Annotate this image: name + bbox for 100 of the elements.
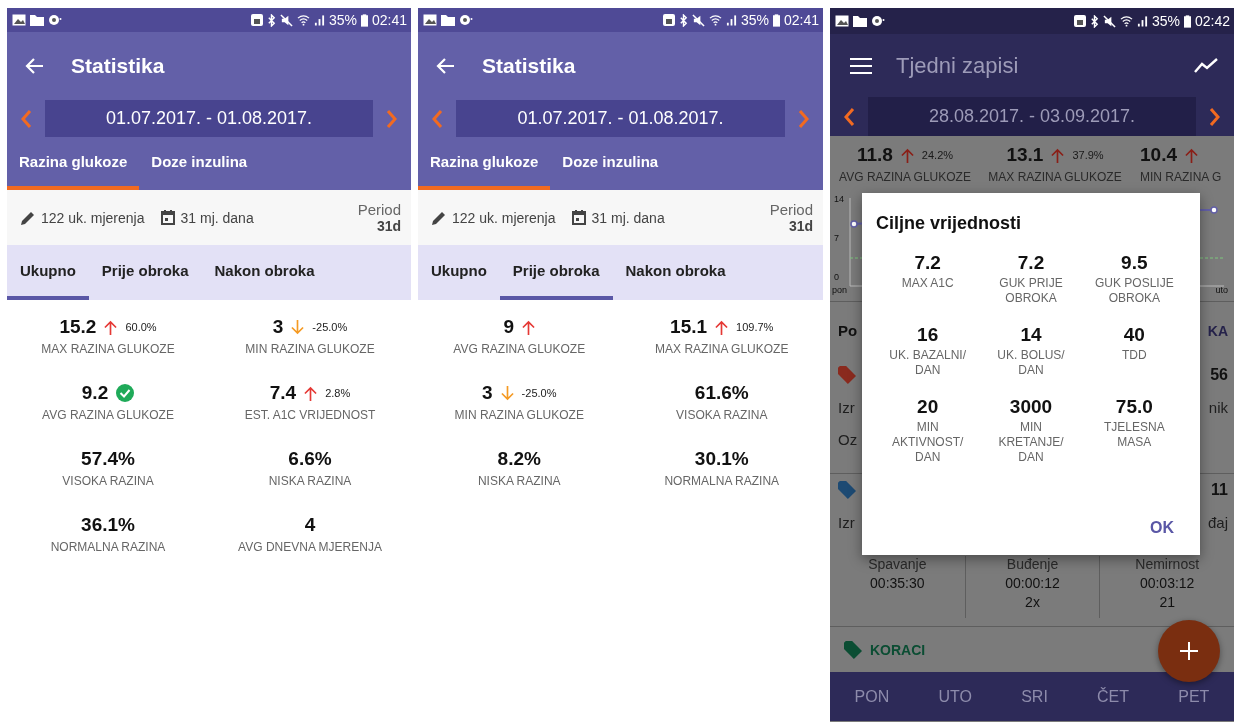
metric-label: NISKA RAZINA <box>477 474 561 488</box>
axis-tick-label: pon <box>832 285 848 295</box>
wifi-icon <box>296 14 310 26</box>
day-tab[interactable]: UTO <box>938 687 972 706</box>
section-title: KORACI <box>870 641 926 658</box>
folder-icon <box>30 14 44 26</box>
subtab[interactable]: Nakon obroka <box>612 245 739 300</box>
sleep-label: Nemirnost <box>1135 556 1200 572</box>
entry-text: Izr <box>838 398 855 416</box>
battery-icon <box>772 13 780 27</box>
subtab[interactable]: Prije obroka <box>88 245 202 300</box>
day-tab[interactable]: PET <box>1178 687 1210 706</box>
subtab[interactable]: Prije obroka <box>499 245 613 300</box>
sleep-label: Buđenje <box>1006 556 1059 572</box>
tab[interactable]: Doze inzulina <box>550 137 671 190</box>
down-arrow-icon <box>291 319 305 335</box>
calendar-icon <box>571 210 586 225</box>
target-value: 9.5 <box>1121 252 1148 274</box>
metric-value: 11.8 <box>856 144 893 166</box>
tab[interactable]: Doze inzulina <box>139 137 260 190</box>
metric-label: MAX RAZINA GLUKOZE <box>655 342 789 356</box>
metric-label: MIN RAZINA G <box>1140 170 1222 184</box>
up-arrow-icon <box>304 385 318 401</box>
metric-label: AVG RAZINA GLUKOZE <box>42 408 174 422</box>
subtab[interactable]: Ukupno <box>418 245 500 300</box>
entry-text: Oz <box>838 430 858 448</box>
battery-percent: 35% <box>328 12 357 28</box>
clock-time: 02:42 <box>1194 13 1230 29</box>
entry-text: đaj <box>1207 513 1228 531</box>
day-tab[interactable]: ČET <box>1097 687 1130 706</box>
change-percent: 37.9% <box>1072 149 1104 161</box>
lock-icon <box>250 14 263 26</box>
metric-label: MAX RAZINA GLUKOZE <box>988 170 1122 184</box>
day-tab[interactable]: PON <box>854 687 890 706</box>
metric-value: 30.1% <box>694 448 749 470</box>
metric-label: VISOKA RAZINA <box>676 408 768 422</box>
target-label: MIN AKTIVNOST/ DAN <box>891 420 965 465</box>
target-value: 75.0 <box>1115 396 1153 418</box>
battery-icon <box>360 13 368 27</box>
metric-value: 3 <box>272 316 284 338</box>
entry-text: Izr <box>838 513 855 531</box>
image-icon <box>423 14 437 26</box>
section-link[interactable]: KA <box>1207 322 1228 339</box>
subtab[interactable]: Ukupno <box>7 245 89 300</box>
day-tab[interactable]: SRI <box>1021 687 1048 706</box>
metric-label: MIN RAZINA GLUKOZE <box>454 408 584 422</box>
subtab[interactable]: Nakon obroka <box>201 245 328 300</box>
metric-label: AVG RAZINA GLUKOZE <box>453 342 586 356</box>
down-arrow-icon <box>500 385 514 401</box>
metric-value: 15.2 <box>59 316 97 338</box>
metric-value: 9 <box>503 316 515 338</box>
target-label: UK. BAZALNI/ DAN <box>888 348 967 378</box>
check-circle-icon <box>116 384 135 402</box>
target-value: 7.2 <box>1017 252 1045 274</box>
date-range: 28.08.2017. - 03.09.2017. <box>868 97 1196 136</box>
target-label: TJELESNA MASA <box>1103 420 1166 450</box>
bluetooth-icon <box>1089 14 1099 28</box>
sleep-duration: 00:00:12 <box>1005 575 1060 591</box>
metric-label: EST. A1C VRIJEDNOST <box>244 408 376 422</box>
trend-line-icon[interactable] <box>1194 57 1218 74</box>
metric-label: NORMALNA RAZINA <box>664 474 780 488</box>
wifi-icon <box>1119 15 1133 27</box>
lock-icon <box>1073 15 1086 27</box>
metric-value: 57.4% <box>81 448 135 470</box>
target-value: 3000 <box>1009 396 1053 418</box>
menu-icon[interactable] <box>850 56 872 75</box>
section-title: Po <box>838 322 858 339</box>
period-label: Period <box>769 201 813 218</box>
sleep-count: 21 <box>1159 594 1175 610</box>
axis-tick-label: 7 <box>834 233 840 243</box>
clock-time: 02:41 <box>371 12 407 28</box>
dialog-title: Ciljne vrijednosti <box>876 213 1023 234</box>
screen-title: Tjedni zapisi <box>896 52 1019 79</box>
back-arrow-icon[interactable] <box>25 56 45 76</box>
metric-label: VISOKA RAZINA <box>62 474 154 488</box>
pencil-icon <box>21 210 35 225</box>
entry-text: nik <box>1208 398 1228 416</box>
metric-label: MIN RAZINA GLUKOZE <box>245 342 375 356</box>
folder-icon <box>853 15 867 27</box>
add-button[interactable] <box>1158 620 1220 682</box>
up-arrow-icon <box>1185 147 1198 163</box>
signal-icon <box>313 14 325 26</box>
metric-value: 13.1 <box>1006 144 1044 166</box>
back-arrow-icon[interactable] <box>436 56 456 76</box>
battery-icon <box>1183 14 1191 28</box>
metric-value: 36.1% <box>81 514 135 536</box>
period-value: 31d <box>376 218 401 234</box>
clock-time: 02:41 <box>783 12 819 28</box>
metric-value: 61.6% <box>694 382 749 404</box>
change-percent: 24.2% <box>921 149 954 161</box>
metric-label: AVG RAZINA GLUKOZE <box>839 170 971 184</box>
axis-tick-label: 0 <box>834 272 840 282</box>
folder-icon <box>441 14 455 26</box>
measurement-count: 122 uk. mjerenja <box>41 209 145 226</box>
target-value: 16 <box>917 324 939 346</box>
days-count: 31 mj. dana <box>180 209 254 226</box>
mute-icon <box>279 13 293 27</box>
ok-button[interactable]: OK <box>1138 513 1186 543</box>
chat-icon <box>48 14 62 26</box>
target-value: 14 <box>1020 324 1042 346</box>
